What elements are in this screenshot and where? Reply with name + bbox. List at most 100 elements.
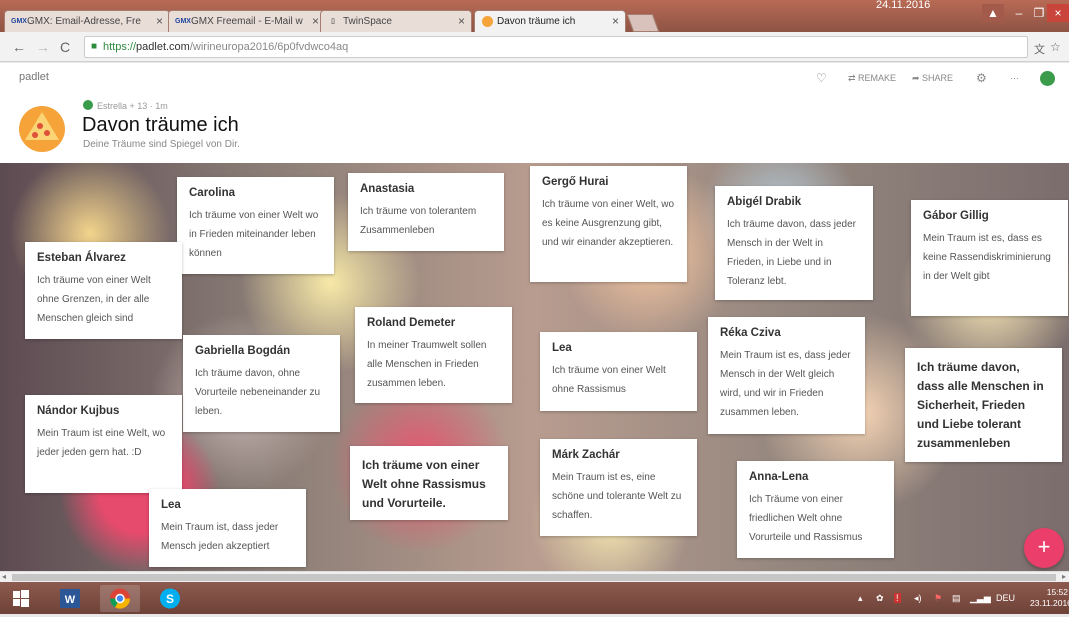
- heart-icon[interactable]: ♡: [816, 71, 827, 85]
- post-card[interactable]: Esteban Álvarez Ich träume von einer Welt…: [25, 242, 182, 339]
- chrome-icon[interactable]: [100, 585, 140, 612]
- post-card[interactable]: Réka Cziva Mein Traum ist es, dass jeder …: [708, 317, 865, 434]
- post-text: Mein Traum ist eine Welt, wo jeder jeden…: [37, 428, 166, 458]
- post-text: In meiner Traumwelt sollen alle Menschen…: [367, 340, 487, 389]
- post-card[interactable]: Anastasia Ich träume von tolerantem Zusam…: [348, 173, 504, 251]
- post-author: Lea: [552, 342, 572, 354]
- post-card[interactable]: Gábor Gillig Mein Traum ist es, dass es k…: [911, 200, 1068, 316]
- scroll-right-icon[interactable]: ▸: [1062, 572, 1066, 581]
- url-host: padlet.com: [136, 41, 190, 53]
- tab-label: GMX Freemail - E-Mail w: [191, 16, 303, 27]
- post-author: Gábor Gillig: [923, 210, 989, 222]
- back-icon[interactable]: ←: [12, 39, 26, 55]
- page-subtitle: Deine Träume sind Spiegel von Dir.: [83, 139, 240, 150]
- close-tab-icon[interactable]: ×: [612, 14, 619, 28]
- tray-app-icon[interactable]: ✿: [876, 593, 884, 604]
- post-text: Ich träume von einer Welt wo in Frieden …: [189, 210, 319, 259]
- tab-davon-traume-ich[interactable]: Davon träume ich ×: [474, 10, 626, 32]
- post-text: Mein Traum ist es, eine schöne und toler…: [552, 472, 682, 521]
- tab-gmx-freemail[interactable]: GMX GMX Freemail - E-Mail w ×: [168, 10, 326, 32]
- clock-date: 23.11.2016: [1030, 598, 1069, 608]
- url-input[interactable]: ■ https://padlet.com/wirineuropa2016/6p0…: [84, 36, 1028, 58]
- volume-icon[interactable]: ◂): [914, 593, 922, 604]
- post-card[interactable]: Anna-Lena Ich Träume von einer friedliche…: [737, 461, 894, 558]
- share-button[interactable]: ➦ SHARE: [912, 73, 953, 84]
- post-card[interactable]: Carolina Ich träume von einer Welt wo in …: [177, 177, 334, 274]
- post-author: Anna-Lena: [749, 471, 809, 483]
- padlet-favicon-icon: [481, 16, 493, 27]
- padlet-header: padlet ♡ ⇄ REMAKE ➦ SHARE ⚙ ··· Estrella…: [0, 63, 1069, 163]
- url-scheme: https://: [103, 41, 137, 53]
- close-window-icon[interactable]: ×: [1047, 4, 1069, 22]
- tab-label: TwinSpace: [343, 16, 392, 27]
- windows-taskbar: W S ▴ ✿ ! ◂) ⚑ ▤ ▁▃▅ DEU 15:52 23.11.201…: [0, 582, 1069, 614]
- close-tab-icon[interactable]: ×: [156, 14, 163, 28]
- post-card[interactable]: Nándor Kujbus Mein Traum ist eine Welt, w…: [25, 395, 182, 493]
- forward-icon[interactable]: →: [36, 39, 50, 55]
- post-card[interactable]: Roland Demeter In meiner Traumwelt sollen…: [355, 307, 512, 403]
- avatar[interactable]: [1040, 71, 1055, 88]
- more-menu-button[interactable]: ···: [1010, 73, 1019, 83]
- new-tab-button[interactable]: [626, 14, 660, 32]
- post-author: Esteban Álvarez: [37, 252, 126, 264]
- user-icon[interactable]: ▲: [982, 4, 1004, 22]
- taskbar-clock[interactable]: 15:52 23.11.2016: [1030, 587, 1069, 609]
- url-path: /wirineuropa2016/6p0fvdwco4aq: [189, 41, 349, 53]
- post-author: Nándor Kujbus: [37, 405, 120, 417]
- close-tab-icon[interactable]: ×: [312, 14, 319, 28]
- windows-start-icon[interactable]: [4, 585, 38, 612]
- add-post-button[interactable]: +: [1024, 528, 1064, 568]
- gmx-icon: GMX: [175, 18, 191, 25]
- flag-icon[interactable]: ⚑: [934, 593, 942, 604]
- scrollbar-thumb[interactable]: [12, 574, 1056, 581]
- network-icon[interactable]: ▤: [952, 593, 961, 604]
- post-card[interactable]: Gabriella Bogdán Ich träume davon, ohne V…: [183, 335, 340, 432]
- translate-icon[interactable]: 文: [1034, 41, 1045, 57]
- language-indicator[interactable]: DEU: [996, 593, 1015, 603]
- minimize-icon[interactable]: –: [1008, 4, 1030, 22]
- post-card[interactable]: Abigél Drabik Ich träume davon, dass jede…: [715, 186, 873, 300]
- post-card[interactable]: Gergő Hurai Ich träume von einer Welt, wo…: [530, 166, 687, 282]
- remake-button[interactable]: ⇄ REMAKE: [848, 73, 896, 84]
- post-card[interactable]: Márk Zachár Mein Traum ist es, eine schön…: [540, 439, 697, 536]
- remake-icon: ⇄: [848, 73, 859, 83]
- tab-gmx-email[interactable]: GMX GMX: Email-Adresse, Fre ×: [4, 10, 170, 32]
- post-card[interactable]: Lea Ich träume von einer Welt ohne Rassis…: [540, 332, 697, 411]
- document-icon: ▯: [331, 18, 335, 25]
- post-text: Mein Traum ist es, dass es keine Rassend…: [923, 233, 1051, 282]
- date-overlay: 24.11.2016: [876, 0, 931, 11]
- post-card[interactable]: Ich träume von einer Welt ohne Rassismus…: [350, 446, 508, 520]
- post-author: Roland Demeter: [367, 317, 456, 329]
- address-bar-row: ← → C ■ https://padlet.com/wirineuropa20…: [0, 32, 1069, 62]
- post-author: Abigél Drabik: [727, 196, 802, 208]
- skype-icon[interactable]: S: [150, 585, 190, 612]
- gear-icon[interactable]: ⚙: [976, 71, 987, 85]
- word-icon[interactable]: W: [50, 585, 90, 612]
- tab-twinspace[interactable]: ▯ TwinSpace ×: [320, 10, 472, 32]
- author-meta: Estrella + 13 · 1m: [83, 100, 168, 111]
- post-author: Gergő Hurai: [542, 176, 609, 188]
- scroll-left-icon[interactable]: ◂: [2, 572, 6, 581]
- post-card[interactable]: Lea Mein Traum ist, dass jeder Mensch jed…: [149, 489, 306, 567]
- clock-time: 15:52: [1046, 587, 1068, 597]
- horizontal-scrollbar[interactable]: ◂ ▸: [0, 571, 1069, 582]
- post-text: Ich träume von einer Welt ohne Rassismus…: [362, 458, 486, 510]
- post-text: Mein Traum ist es, dass jeder Mensch in …: [720, 350, 851, 418]
- close-tab-icon[interactable]: ×: [458, 14, 465, 28]
- post-author: Réka Cziva: [720, 327, 781, 339]
- browser-tab-bar: GMX GMX: Email-Adresse, Fre × GMX GMX Fr…: [0, 0, 1069, 32]
- page-title: Davon träume ich: [82, 114, 239, 136]
- post-author: Carolina: [189, 187, 236, 199]
- post-author: Márk Zachár: [552, 449, 620, 461]
- padlet-wall: Carolina Ich träume von einer Welt wo in …: [0, 163, 1069, 571]
- post-card[interactable]: Ich träume davon, dass alle Menschen in …: [905, 348, 1062, 462]
- post-text: Ich träume davon, dass jeder Mensch in d…: [727, 219, 856, 287]
- signal-icon[interactable]: ▁▃▅: [970, 593, 991, 604]
- tray-arrow-icon[interactable]: ▴: [858, 593, 863, 604]
- tray-security-icon[interactable]: !: [894, 593, 901, 603]
- bookmark-star-icon[interactable]: ☆: [1050, 40, 1061, 54]
- padlet-brand[interactable]: padlet: [19, 71, 49, 83]
- share-icon: ➦: [912, 73, 923, 83]
- lock-icon: ■: [91, 41, 98, 52]
- reload-icon[interactable]: C: [60, 39, 70, 55]
